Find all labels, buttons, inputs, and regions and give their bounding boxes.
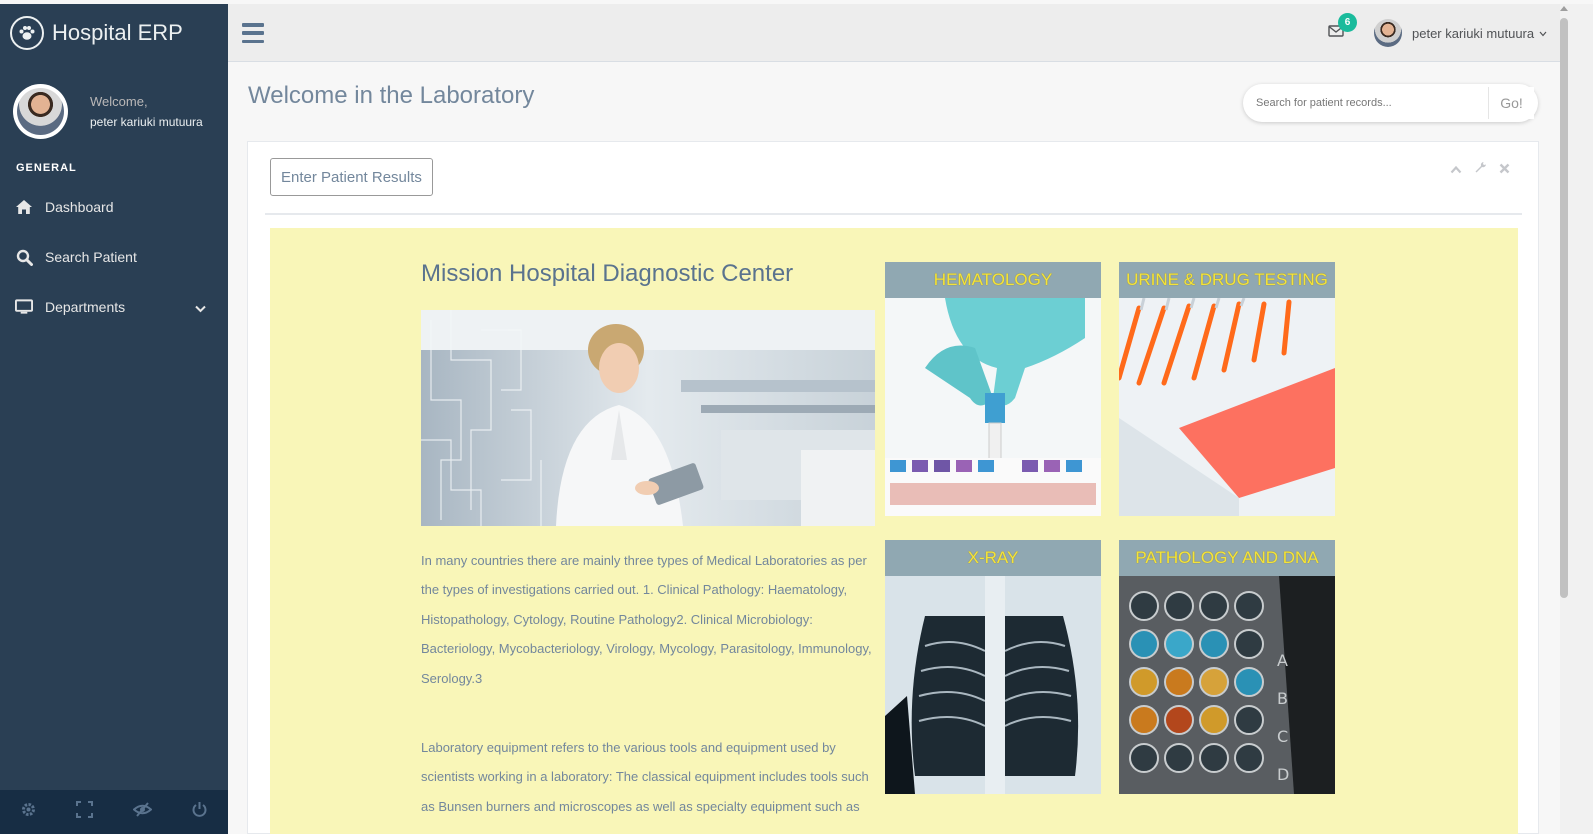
home-icon: [15, 198, 33, 216]
sidebar-footer: [0, 790, 228, 834]
paragraph-lab-equipment: Laboratory equipment refers to the vario…: [421, 740, 869, 814]
chevron-up-icon[interactable]: [1450, 161, 1462, 179]
desktop-icon: [15, 298, 33, 316]
top-user-name: peter kariuki mutuura: [1412, 25, 1535, 41]
scroll-up-arrow[interactable]: [1560, 6, 1568, 11]
svg-text:C: C: [1277, 727, 1288, 746]
search-input[interactable]: [1243, 84, 1488, 122]
tile-label: PATHOLOGY AND DNA: [1119, 540, 1335, 576]
search-go-button[interactable]: Go!: [1488, 87, 1534, 119]
eye-slash-icon[interactable]: [132, 801, 153, 823]
scroll-thumb[interactable]: [1560, 18, 1568, 598]
tile-label: HEMATOLOGY: [885, 262, 1101, 298]
urine-drug-image: [1119, 298, 1335, 516]
sidebar-item-departments[interactable]: Departments: [0, 282, 228, 332]
profile: Welcome, peter kariuki mutuura: [0, 62, 228, 142]
paragraph-lab-types: In many countries there are mainly three…: [421, 553, 872, 686]
chevron-down-icon: [195, 300, 206, 316]
chevron-down-icon: [1539, 24, 1547, 42]
sidebar-item-dashboard[interactable]: Dashboard: [0, 182, 228, 232]
close-icon[interactable]: [1499, 161, 1510, 179]
sidebar: Hospital ERP Welcome, peter kariuki mutu…: [0, 4, 228, 834]
sidebar-item-label: Search Patient: [45, 249, 137, 265]
tile-label: URINE & DRUG TESTING: [1119, 262, 1335, 298]
scrollbar[interactable]: [1560, 4, 1593, 834]
welcome-text: Welcome,: [90, 93, 148, 109]
sidebar-item-search-patient[interactable]: Search Patient: [0, 232, 228, 282]
avatar: [13, 83, 68, 139]
avatar: [1374, 19, 1402, 47]
tile-hematology[interactable]: HEMATOLOGY: [885, 262, 1101, 516]
search-icon: [15, 248, 33, 266]
mail-count-badge: 6: [1338, 13, 1357, 32]
top-nav: 6 peter kariuki mutuura: [228, 4, 1560, 62]
pathology-dna-image: ABCD: [1119, 576, 1335, 794]
svg-text:B: B: [1277, 689, 1288, 708]
svg-text:D: D: [1277, 765, 1289, 784]
divider: [265, 213, 1522, 215]
menu-toggle-icon[interactable]: [242, 23, 264, 43]
power-icon[interactable]: [191, 801, 208, 823]
tile-label: X-RAY: [885, 540, 1101, 576]
gear-icon[interactable]: [20, 801, 37, 823]
diagnostic-center-title: Mission Hospital Diagnostic Center: [421, 260, 794, 287]
brand-title: Hospital ERP: [52, 20, 183, 45]
tile-urine-drug-testing[interactable]: URINE & DRUG TESTING: [1119, 262, 1335, 516]
sidebar-item-label: Dashboard: [45, 199, 114, 215]
page-title: Welcome in the Laboratory: [248, 82, 535, 109]
svg-text:A: A: [1277, 651, 1288, 670]
wrench-icon[interactable]: [1474, 161, 1487, 179]
content-panel: Enter Patient Results Mission Hospital D…: [247, 141, 1539, 834]
enter-patient-results-button[interactable]: Enter Patient Results: [270, 158, 433, 196]
search-box: Go!: [1243, 84, 1538, 122]
user-menu[interactable]: peter kariuki mutuura: [1374, 19, 1547, 47]
tile-pathology-dna[interactable]: PATHOLOGY AND DNA ABCD: [1119, 540, 1335, 794]
sidebar-item-label: Departments: [45, 299, 126, 315]
lab-content: Mission Hospital Diagnostic Center In ma…: [270, 228, 1518, 834]
panel-tools: [1450, 161, 1510, 179]
tile-x-ray[interactable]: X-RAY: [885, 540, 1101, 794]
paw-icon: [10, 16, 44, 50]
lab-scientist-photo: [421, 310, 875, 526]
brand[interactable]: Hospital ERP: [0, 4, 228, 62]
user-name: peter kariuki mutuura: [90, 114, 203, 129]
fullscreen-icon[interactable]: [76, 801, 94, 823]
hematology-image: [885, 298, 1101, 516]
x-ray-image: [885, 576, 1101, 794]
section-label: GENERAL: [16, 162, 77, 174]
